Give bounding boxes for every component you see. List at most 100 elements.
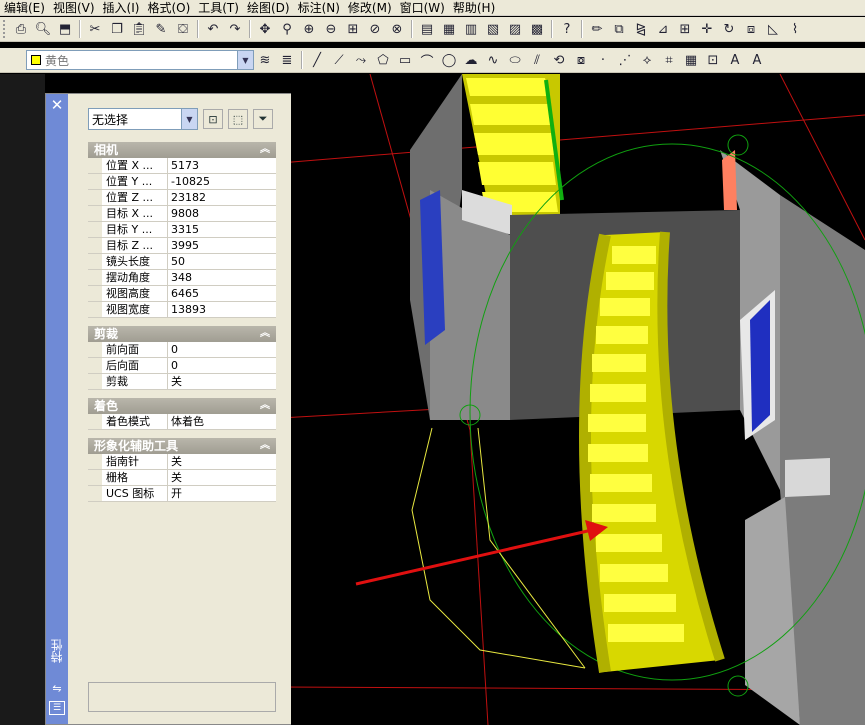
property-value[interactable]: 0 — [168, 342, 276, 357]
spline-icon[interactable]: ∿ — [483, 50, 503, 70]
property-row[interactable]: 前向面 0 — [88, 342, 276, 358]
select-objects-icon[interactable]: ⬚ — [228, 109, 248, 129]
copy-icon[interactable]: ❐ — [107, 19, 127, 39]
rotate-icon[interactable]: ↻ — [719, 19, 739, 39]
section-header-shade[interactable]: 着色 ︽ — [88, 398, 276, 414]
property-value[interactable]: 3315 — [168, 222, 276, 237]
palette-menu-icon[interactable]: ☰ — [49, 701, 65, 715]
hatch-icon[interactable]: ⋰ — [615, 50, 635, 70]
design-center-icon[interactable]: ▦ — [439, 19, 459, 39]
ellipse-icon[interactable]: ⬭ — [505, 50, 525, 70]
property-row[interactable]: 镜头长度 50 — [88, 254, 276, 270]
match-properties-icon[interactable]: ✎ — [151, 19, 171, 39]
polyline-icon[interactable]: ⤳ — [351, 50, 371, 70]
move-icon[interactable]: ✛ — [697, 19, 717, 39]
text-style-icon[interactable]: A — [725, 50, 745, 70]
multiline-text-icon[interactable]: ⊡ — [703, 50, 723, 70]
text-icon[interactable]: A — [747, 50, 767, 70]
sheet-set-icon[interactable]: ▧ — [483, 19, 503, 39]
mirror-icon[interactable]: ⧎ — [631, 19, 651, 39]
collapse-icon[interactable]: ︽ — [260, 438, 270, 454]
insert-block-icon[interactable]: ⟲ — [549, 50, 569, 70]
section-header-clip[interactable]: 剪裁 ︽ — [88, 326, 276, 342]
menu-view[interactable]: 视图(V) — [49, 0, 99, 16]
quick-select-icon[interactable]: ⏷ — [253, 109, 273, 129]
property-value[interactable]: -10825 — [168, 174, 276, 189]
menu-modify[interactable]: 修改(M) — [344, 0, 396, 16]
rectangle-icon[interactable]: ▭ — [395, 50, 415, 70]
zoom-window-icon[interactable]: ⊞ — [343, 19, 363, 39]
menu-draw[interactable]: 绘图(D) — [243, 0, 294, 16]
tool-palettes-icon[interactable]: ▥ — [461, 19, 481, 39]
menu-edit[interactable]: 编辑(E) — [0, 0, 49, 16]
property-row[interactable]: 剪裁关 — [88, 374, 276, 390]
collapse-icon[interactable]: ︽ — [260, 326, 270, 342]
line-icon[interactable]: ╱ — [307, 50, 327, 70]
publish-icon[interactable]: ⬒ — [55, 19, 75, 39]
region-icon[interactable]: ⌗ — [659, 50, 679, 70]
property-row[interactable]: 后向面 0 — [88, 358, 276, 374]
gradient-icon[interactable]: ⟡ — [637, 50, 657, 70]
property-value[interactable]: 13893 — [168, 302, 276, 317]
make-block-icon[interactable]: ⧇ — [571, 50, 591, 70]
property-value[interactable]: 5173 — [168, 158, 276, 173]
property-value[interactable]: 关 — [168, 454, 276, 469]
table-icon[interactable]: ▦ — [681, 50, 701, 70]
selection-dropdown[interactable]: 无选择 ▼ — [88, 108, 198, 130]
menu-insert[interactable]: 插入(I) — [99, 0, 144, 16]
toggle-pickadd-icon[interactable]: ⊡ — [203, 109, 223, 129]
orbit-grip[interactable] — [727, 675, 749, 697]
property-value[interactable]: 6465 — [168, 286, 276, 301]
close-icon[interactable]: ✕ — [48, 96, 66, 114]
menu-tools[interactable]: 工具(T) — [194, 0, 243, 16]
palette-titlebar[interactable]: ✕ ⇋ ☰ — [46, 94, 68, 724]
layer-states-icon[interactable]: ≣ — [277, 50, 297, 70]
print-icon[interactable]: ⎙ — [11, 19, 31, 39]
paste-icon[interactable]: 📋︎ — [129, 19, 149, 39]
property-row[interactable]: 位置 Y ... -10825 — [88, 174, 276, 190]
stretch-icon[interactable]: ◺ — [763, 19, 783, 39]
property-value[interactable]: 23182 — [168, 190, 276, 205]
property-row[interactable]: 目标 Y ... 3315 — [88, 222, 276, 238]
preview-icon[interactable]: 🔍︎ — [33, 19, 53, 39]
offset-icon[interactable]: ⧉ — [609, 19, 629, 39]
section-header-visual-aids[interactable]: 形象化辅助工具 ︽ — [88, 438, 276, 454]
menu-dimension[interactable]: 标注(N) — [294, 0, 344, 16]
property-row[interactable]: 位置 X ... 5173 — [88, 158, 276, 174]
help-icon[interactable]: ? — [557, 19, 577, 39]
revision-cloud-icon[interactable]: ☁ — [461, 50, 481, 70]
undo-icon[interactable]: ↶ — [203, 19, 223, 39]
property-value[interactable]: 开 — [168, 486, 276, 501]
zoom-in-icon[interactable]: ⊕ — [299, 19, 319, 39]
point-icon[interactable]: · — [593, 50, 613, 70]
array-grid-icon[interactable]: ⊞ — [675, 19, 695, 39]
menu-help[interactable]: 帮助(H) — [449, 0, 499, 16]
section-header-camera[interactable]: 相机 ︽ — [88, 142, 276, 158]
property-value[interactable]: 0 — [168, 358, 276, 373]
collapse-icon[interactable]: ︽ — [260, 142, 270, 158]
property-value[interactable]: 关 — [168, 374, 276, 389]
color-combo[interactable]: 黄色 ▼ — [26, 50, 254, 70]
property-row[interactable]: 目标 X ... 9808 — [88, 206, 276, 222]
property-row[interactable]: 位置 Z ... 23182 — [88, 190, 276, 206]
property-value[interactable]: 348 — [168, 270, 276, 285]
property-row[interactable]: UCS 图标开 — [88, 486, 276, 502]
property-row[interactable]: 指南针关 — [88, 454, 276, 470]
menu-window[interactable]: 窗口(W) — [396, 0, 449, 16]
construction-line-icon[interactable]: ⟋ — [329, 50, 349, 70]
ellipse-arc-icon[interactable]: ⫽ — [527, 50, 547, 70]
chevron-down-icon[interactable]: ▼ — [237, 51, 253, 69]
trim-icon[interactable]: ⌇ — [785, 19, 805, 39]
zoom-previous-icon[interactable]: ⊘ — [365, 19, 385, 39]
autohide-icon[interactable]: ⇋ — [49, 681, 65, 695]
zoom-realtime-icon[interactable]: ⚲ — [277, 19, 297, 39]
property-row[interactable]: 视图宽度 13893 — [88, 302, 276, 318]
property-row[interactable]: 着色模式 体着色 — [88, 414, 276, 430]
markup-icon[interactable]: ▨ — [505, 19, 525, 39]
pan-icon[interactable]: ✥ — [255, 19, 275, 39]
zoom-out-icon[interactable]: ⊖ — [321, 19, 341, 39]
block-editor-icon[interactable]: ⛋ — [173, 19, 193, 39]
property-value[interactable]: 体着色 — [168, 414, 276, 429]
orbit-grip[interactable] — [727, 134, 749, 156]
property-row[interactable]: 目标 Z ... 3995 — [88, 238, 276, 254]
